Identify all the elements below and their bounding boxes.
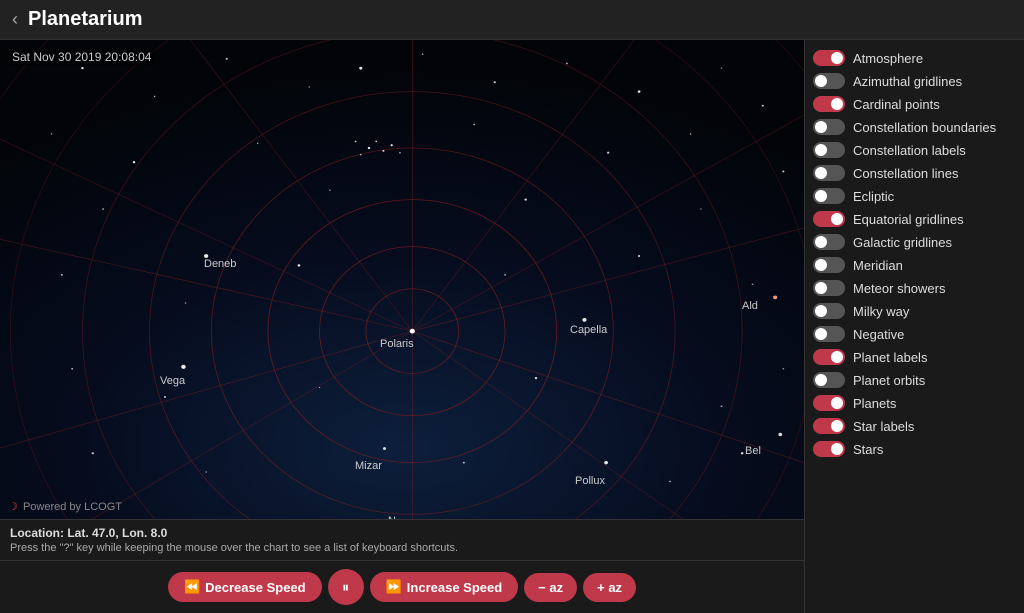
page-title: Planetarium [28, 8, 142, 31]
toggle-row-planets: Planets [813, 395, 1016, 411]
toggle-label-const_lines: Constellation lines [853, 166, 959, 181]
toggle-label-negative: Negative [853, 327, 904, 342]
timestamp: Sat Nov 30 2019 20:08:04 [8, 48, 155, 66]
decrease-speed-label: Decrease Speed [205, 580, 305, 595]
toggle-label-equatorial: Equatorial gridlines [853, 212, 964, 227]
toggle-row-negative: Negative [813, 326, 1016, 342]
toggle-planet_labels[interactable] [813, 349, 845, 365]
toggle-const_lines[interactable] [813, 165, 845, 181]
controls-bar: ⏪ Decrease Speed ⏸ ⏩ Increase Speed − az… [0, 560, 804, 613]
minus-az-label: − az [538, 580, 563, 595]
forward-icon: ⏩ [386, 579, 402, 595]
toggle-row-azimuthal: Azimuthal gridlines [813, 73, 1016, 89]
toggle-row-equatorial: Equatorial gridlines [813, 211, 1016, 227]
hint-text: Press the "?" key while keeping the mous… [10, 542, 794, 554]
toggle-label-ecliptic: Ecliptic [853, 189, 894, 204]
toggle-row-const_boundaries: Constellation boundaries [813, 119, 1016, 135]
decrease-speed-button[interactable]: ⏪ Decrease Speed [168, 572, 322, 602]
plus-az-label: + az [597, 580, 622, 595]
rewind-icon: ⏪ [184, 579, 200, 595]
sky-svg [0, 40, 804, 519]
toggle-row-milkyway: Milky way [813, 303, 1016, 319]
toggle-ecliptic[interactable] [813, 188, 845, 204]
toggle-label-galactic: Galactic gridlines [853, 235, 952, 250]
toggle-azimuthal[interactable] [813, 73, 845, 89]
pause-icon: ⏸ [342, 579, 349, 596]
toggle-label-planets: Planets [853, 396, 896, 411]
toggle-row-stars: Stars [813, 441, 1016, 457]
toggle-row-ecliptic: Ecliptic [813, 188, 1016, 204]
toggle-label-atmosphere: Atmosphere [853, 51, 923, 66]
toggle-label-meteor: Meteor showers [853, 281, 945, 296]
toggle-meteor[interactable] [813, 280, 845, 296]
toggle-row-cardinal: Cardinal points [813, 96, 1016, 112]
back-button[interactable]: ‹ [12, 9, 18, 30]
toggle-star_labels[interactable] [813, 418, 845, 434]
left-panel: Sat Nov 30 2019 20:08:04 Polaris Deneb V… [0, 40, 804, 613]
toggle-row-galactic: Galactic gridlines [813, 234, 1016, 250]
toggle-galactic[interactable] [813, 234, 845, 250]
toggle-row-atmosphere: Atmosphere [813, 50, 1016, 66]
toggle-stars[interactable] [813, 441, 845, 457]
toggle-label-const_labels: Constellation labels [853, 143, 966, 158]
toggle-atmosphere[interactable] [813, 50, 845, 66]
toggle-label-const_boundaries: Constellation boundaries [853, 120, 996, 135]
pause-button[interactable]: ⏸ [328, 569, 364, 605]
toggle-label-planet_labels: Planet labels [853, 350, 927, 365]
toggle-label-star_labels: Star labels [853, 419, 914, 434]
toggle-row-const_labels: Constellation labels [813, 142, 1016, 158]
toggle-const_boundaries[interactable] [813, 119, 845, 135]
toggle-row-planet_labels: Planet labels [813, 349, 1016, 365]
toggle-row-const_lines: Constellation lines [813, 165, 1016, 181]
increase-speed-label: Increase Speed [407, 580, 502, 595]
app-header: ‹ Planetarium [0, 0, 1024, 40]
watermark-icon: ☽ [8, 501, 18, 513]
watermark: ☽ Powered by LCOGT [8, 500, 122, 513]
sky-view[interactable]: Sat Nov 30 2019 20:08:04 Polaris Deneb V… [0, 40, 804, 519]
toggle-row-star_labels: Star labels [813, 418, 1016, 434]
info-bar: Location: Lat. 47.0, Lon. 8.0 Press the … [0, 519, 804, 560]
increase-speed-button[interactable]: ⏩ Increase Speed [370, 572, 519, 602]
toggle-label-milkyway: Milky way [853, 304, 909, 319]
watermark-text: Powered by LCOGT [23, 501, 122, 513]
toggle-label-stars: Stars [853, 442, 883, 457]
toggle-row-meteor: Meteor showers [813, 280, 1016, 296]
location-text: Location: Lat. 47.0, Lon. 8.0 [10, 526, 794, 540]
toggle-label-meridian: Meridian [853, 258, 903, 273]
toggle-milkyway[interactable] [813, 303, 845, 319]
toggle-label-planet_orbits: Planet orbits [853, 373, 925, 388]
right-panel: Atmosphere Azimuthal gridlines Cardinal po… [804, 40, 1024, 613]
main-layout: Sat Nov 30 2019 20:08:04 Polaris Deneb V… [0, 40, 1024, 613]
toggle-equatorial[interactable] [813, 211, 845, 227]
toggle-cardinal[interactable] [813, 96, 845, 112]
toggle-meridian[interactable] [813, 257, 845, 273]
toggle-label-cardinal: Cardinal points [853, 97, 940, 112]
toggle-row-planet_orbits: Planet orbits [813, 372, 1016, 388]
toggle-planets[interactable] [813, 395, 845, 411]
toggle-row-meridian: Meridian [813, 257, 1016, 273]
minus-az-button[interactable]: − az [524, 573, 577, 602]
toggle-planet_orbits[interactable] [813, 372, 845, 388]
toggle-label-azimuthal: Azimuthal gridlines [853, 74, 962, 89]
toggle-const_labels[interactable] [813, 142, 845, 158]
plus-az-button[interactable]: + az [583, 573, 636, 602]
toggle-negative[interactable] [813, 326, 845, 342]
